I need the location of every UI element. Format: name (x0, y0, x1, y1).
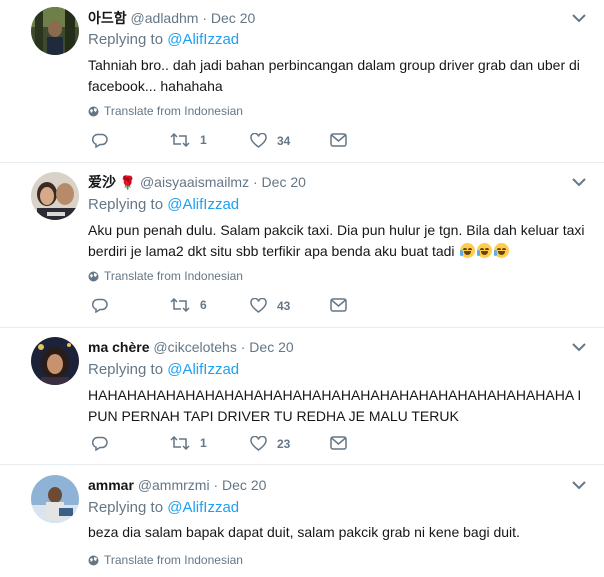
replying-to: Replying to @AlifIzzad (88, 498, 239, 518)
envelope-icon (330, 436, 347, 450)
translate-label: Translate from Indonesian (104, 269, 243, 283)
replying-to-user-link[interactable]: @AlifIzzad (167, 361, 239, 378)
reply-tweet[interactable]: ma chère @cikcelotehs · Dec 20 Replying … (0, 328, 604, 465)
replying-to: Replying to @AlifIzzad (88, 195, 239, 215)
separator-dot: · (240, 339, 246, 355)
user-handle[interactable]: @aisyaaismailmz (140, 174, 249, 190)
replying-to-label: Replying to (88, 361, 164, 378)
reply-tweet[interactable]: ammar @ammrzmi · Dec 20 Replying to @Ali… (0, 465, 604, 577)
replying-to: Replying to @AlifIzzad (88, 30, 239, 50)
heart-icon (250, 436, 267, 451)
direct-message-button[interactable] (330, 133, 347, 147)
tweet-text: Aku pun penah dulu. Salam pakcik taxi. D… (88, 220, 588, 262)
display-name[interactable]: 아드함 (88, 10, 127, 26)
user-handle[interactable]: @ammrzmi (138, 477, 210, 493)
globe-icon (88, 555, 99, 565)
replying-to-label: Replying to (88, 499, 164, 516)
replying-to-user-link[interactable]: @AlifIzzad (167, 499, 239, 516)
action-bar: 6 43 (88, 298, 388, 318)
like-button[interactable]: 23 (250, 436, 290, 451)
reply-icon (92, 133, 108, 148)
reply-button[interactable] (92, 298, 118, 313)
chevron-down-icon[interactable] (572, 13, 586, 23)
retweet-count: 1 (200, 133, 207, 147)
user-handle[interactable]: @cikcelotehs (153, 339, 236, 355)
tweet-text: HAHAHAHAHAHAHAHAHAHAHAHAHAHAHAHAHAHAHAHA… (88, 387, 582, 424)
retweet-icon (170, 133, 190, 147)
replying-to-label: Replying to (88, 196, 164, 213)
tweet-date[interactable]: Dec 20 (262, 174, 306, 190)
reply-icon (92, 298, 108, 313)
reply-tweet[interactable]: 아드함 @adladhm · Dec 20 Replying to @AlifI… (0, 0, 604, 163)
replying-to-label: Replying to (88, 31, 164, 48)
retweet-button[interactable]: 1 (170, 133, 207, 147)
display-name[interactable]: ammar (88, 477, 134, 493)
reply-icon (92, 436, 108, 451)
rose-emoji: 🌹 (119, 175, 137, 190)
like-count: 34 (277, 133, 291, 148)
avatar[interactable] (31, 337, 79, 385)
face-with-tears-of-joy-emoji (494, 243, 510, 258)
direct-message-button[interactable] (330, 436, 347, 450)
action-bar: 1 23 (88, 436, 388, 456)
separator-dot: · (252, 174, 258, 190)
globe-icon (88, 271, 99, 281)
tweet-date[interactable]: Dec 20 (249, 339, 293, 355)
translate-link[interactable]: Translate from Indonesian (88, 268, 243, 284)
like-count: 23 (277, 436, 291, 451)
translate-link[interactable]: Translate from Indonesian (88, 552, 243, 568)
retweet-button[interactable]: 1 (170, 436, 207, 450)
heart-icon (250, 133, 267, 148)
separator-dot: · (202, 10, 208, 26)
action-bar: 1 34 (88, 133, 388, 153)
like-count: 43 (277, 298, 291, 313)
retweet-count: 1 (200, 436, 207, 450)
reply-button[interactable] (92, 436, 118, 451)
like-button[interactable]: 43 (250, 298, 290, 313)
display-name[interactable]: ma chère (88, 339, 149, 355)
retweet-icon (170, 298, 190, 312)
tweet-text: beza dia salam bapak dapat duit, salam p… (88, 524, 520, 540)
tweet-date[interactable]: Dec 20 (211, 10, 255, 26)
translate-link[interactable]: Translate from Indonesian (88, 103, 243, 119)
retweet-count: 6 (200, 298, 207, 312)
tweet-text: Tahniah bro.. dah jadi bahan perbincanga… (88, 57, 580, 94)
face-with-tears-of-joy-emoji (477, 243, 493, 258)
reply-button[interactable] (92, 133, 118, 148)
replying-to-user-link[interactable]: @AlifIzzad (167, 196, 239, 213)
display-name[interactable]: 爱沙 (88, 174, 116, 190)
translate-label: Translate from Indonesian (104, 553, 243, 567)
envelope-icon (330, 298, 347, 312)
avatar[interactable] (31, 172, 79, 220)
envelope-icon (330, 133, 347, 147)
replying-to: Replying to @AlifIzzad (88, 360, 239, 380)
chevron-down-icon[interactable] (572, 177, 586, 187)
retweet-button[interactable]: 6 (170, 298, 207, 312)
translate-label: Translate from Indonesian (104, 104, 243, 118)
chevron-down-icon[interactable] (572, 480, 586, 490)
tweet-date[interactable]: Dec 20 (222, 477, 266, 493)
separator-dot: · (213, 477, 219, 493)
retweet-icon (170, 436, 190, 450)
face-with-tears-of-joy-emoji (460, 243, 476, 258)
like-button[interactable]: 34 (250, 133, 290, 148)
user-handle[interactable]: @adladhm (131, 10, 199, 26)
direct-message-button[interactable] (330, 298, 347, 312)
replying-to-user-link[interactable]: @AlifIzzad (167, 31, 239, 48)
globe-icon (88, 106, 99, 116)
avatar[interactable] (31, 475, 79, 523)
heart-icon (250, 298, 267, 313)
tweet-text-body: Aku pun penah dulu. Salam pakcik taxi. D… (88, 222, 585, 259)
chevron-down-icon[interactable] (572, 342, 586, 352)
avatar[interactable] (31, 7, 79, 55)
reply-tweet[interactable]: 爱沙 🌹 @aisyaaismailmz · Dec 20 Replying t… (0, 163, 604, 328)
